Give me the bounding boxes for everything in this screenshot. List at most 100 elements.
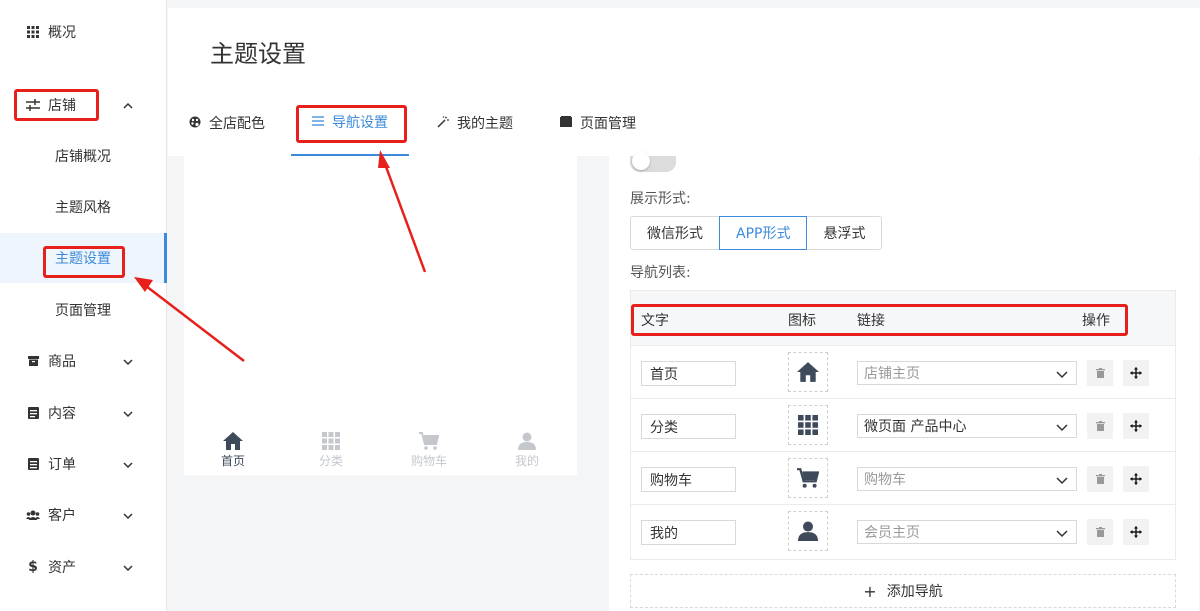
drag-handle[interactable] bbox=[1123, 360, 1149, 386]
delete-button[interactable] bbox=[1087, 413, 1113, 439]
sidebar-item-label: 内容 bbox=[48, 406, 76, 422]
users-icon bbox=[26, 508, 40, 522]
enable-toggle[interactable] bbox=[630, 152, 676, 172]
sidebar-item-label: 商品 bbox=[48, 354, 76, 370]
toggle-knob bbox=[632, 152, 650, 170]
nav-text-input[interactable]: 购物车 bbox=[641, 467, 736, 492]
nav-link-select[interactable]: 会员主页 bbox=[857, 520, 1077, 544]
preview-nav-home[interactable]: 首页 bbox=[184, 426, 282, 475]
nav-list-table: 文字 图标 链接 操作 首页 店铺主页 分类 微页面 产品中心 购物车 购物车 … bbox=[630, 290, 1176, 560]
sidebar-subitem-page-management[interactable]: 页面管理 bbox=[0, 285, 167, 335]
display-option-wechat[interactable]: 微信形式 bbox=[630, 216, 720, 250]
sidebar-item-label: 订单 bbox=[48, 457, 76, 473]
magic-wand-icon bbox=[437, 115, 449, 131]
sidebar-subitem-theme-settings[interactable]: 主题设置 bbox=[0, 233, 167, 283]
sidebar-subitem-theme-style[interactable]: 主题风格 bbox=[0, 182, 167, 232]
preview-nav-label: 分类 bbox=[318, 454, 343, 468]
cart-icon bbox=[797, 468, 819, 488]
table-header: 文字 图标 链接 操作 bbox=[631, 291, 1175, 345]
sidebar-item-label: 店铺 bbox=[48, 98, 76, 114]
move-icon bbox=[1130, 473, 1142, 485]
sidebar-subitem-store-overview[interactable]: 店铺概况 bbox=[0, 131, 167, 181]
tab-store-colors[interactable]: 全店配色 bbox=[189, 90, 265, 156]
table-row: 购物车 购物车 bbox=[631, 451, 1175, 504]
delete-button[interactable] bbox=[1087, 519, 1113, 545]
user-icon bbox=[798, 521, 818, 541]
nav-link-select[interactable]: 微页面 产品中心 bbox=[857, 414, 1077, 438]
window-icon bbox=[560, 116, 572, 130]
tab-my-themes[interactable]: 我的主题 bbox=[437, 90, 513, 156]
sidebar-item-assets[interactable]: $ 资产 bbox=[0, 547, 167, 587]
plus-icon: + bbox=[863, 581, 877, 601]
display-option-app[interactable]: APP形式 bbox=[719, 216, 808, 250]
table-row: 我的 会员主页 bbox=[631, 504, 1175, 557]
sliders-icon bbox=[26, 98, 40, 112]
sidebar-item-goods[interactable]: 商品 bbox=[0, 341, 167, 381]
preview-nav-cart[interactable]: 购物车 bbox=[380, 426, 478, 475]
sidebar-item-label: 概况 bbox=[48, 25, 76, 41]
box-icon bbox=[26, 354, 40, 368]
nav-icon-picker[interactable] bbox=[788, 511, 828, 551]
sidebar-item-label: 客户 bbox=[48, 508, 76, 524]
preview-nav-category[interactable]: 分类 bbox=[282, 426, 380, 475]
move-icon bbox=[1130, 526, 1142, 538]
nav-link-select[interactable]: 店铺主页 bbox=[857, 361, 1077, 385]
list-icon bbox=[26, 457, 40, 471]
tab-label: 全店配色 bbox=[209, 116, 265, 132]
sidebar-item-customers[interactable]: 客户 bbox=[0, 495, 167, 535]
nav-link-select[interactable]: 购物车 bbox=[857, 467, 1077, 491]
column-header-text: 文字 bbox=[641, 313, 669, 329]
delete-button[interactable] bbox=[1087, 360, 1113, 386]
chevron-down-icon bbox=[123, 508, 133, 522]
display-option-floating[interactable]: 悬浮式 bbox=[806, 216, 883, 250]
home-icon bbox=[797, 362, 819, 382]
menu-icon bbox=[312, 115, 324, 129]
delete-button[interactable] bbox=[1087, 466, 1113, 492]
table-row: 分类 微页面 产品中心 bbox=[631, 398, 1175, 451]
tab-page-management[interactable]: 页面管理 bbox=[560, 90, 636, 156]
page-title: 主题设置 bbox=[210, 40, 306, 68]
chevron-down-icon bbox=[1056, 367, 1068, 383]
drag-handle[interactable] bbox=[1123, 413, 1149, 439]
nav-text-input[interactable]: 首页 bbox=[641, 361, 736, 386]
column-header-icon: 图标 bbox=[788, 313, 816, 329]
add-nav-label: 添加导航 bbox=[886, 584, 943, 600]
nav-icon-picker[interactable] bbox=[788, 405, 828, 445]
chevron-down-icon bbox=[1056, 473, 1068, 489]
select-value: 店铺主页 bbox=[864, 366, 920, 382]
sidebar-item-orders[interactable]: 订单 bbox=[0, 444, 167, 484]
home-icon bbox=[223, 432, 243, 450]
table-row: 首页 店铺主页 bbox=[631, 345, 1175, 398]
nav-icon-picker[interactable] bbox=[788, 458, 828, 498]
sidebar-subitem-label: 店铺概况 bbox=[55, 149, 111, 165]
sidebar-item-store[interactable]: 店铺 bbox=[0, 85, 167, 125]
dollar-icon: $ bbox=[28, 559, 38, 575]
chevron-down-icon bbox=[123, 406, 133, 420]
drag-handle[interactable] bbox=[1123, 519, 1149, 545]
grid-icon bbox=[322, 432, 340, 450]
grid-icon bbox=[26, 25, 40, 39]
nav-icon-picker[interactable] bbox=[788, 352, 828, 392]
sidebar-item-overview[interactable]: 概况 bbox=[0, 12, 167, 52]
column-header-link: 链接 bbox=[857, 313, 885, 329]
preview-nav-mine[interactable]: 我的 bbox=[478, 426, 576, 475]
chevron-down-icon bbox=[123, 560, 133, 574]
cart-icon bbox=[419, 432, 439, 450]
preview-nav-label: 首页 bbox=[220, 454, 245, 468]
user-icon bbox=[518, 432, 536, 450]
trash-icon bbox=[1095, 527, 1105, 537]
nav-text-input[interactable]: 分类 bbox=[641, 414, 736, 439]
select-value: 微页面 产品中心 bbox=[864, 419, 967, 435]
preview-nav-label: 购物车 bbox=[410, 454, 447, 468]
tab-nav-settings[interactable]: 导航设置 bbox=[291, 90, 409, 156]
preview-bottom-nav: 首页 分类 购物车 我的 bbox=[184, 426, 577, 475]
add-nav-button[interactable]: + 添加导航 bbox=[630, 574, 1176, 608]
sidebar-item-content[interactable]: 内容 bbox=[0, 393, 167, 433]
tab-bar: 全店配色 导航设置 我的主题 页面管理 bbox=[168, 90, 1200, 156]
drag-handle[interactable] bbox=[1123, 466, 1149, 492]
nav-text-input[interactable]: 我的 bbox=[641, 520, 736, 545]
tab-label: 导航设置 bbox=[332, 115, 388, 131]
move-icon bbox=[1130, 367, 1142, 379]
phone-preview: 首页 分类 购物车 我的 bbox=[184, 156, 577, 475]
page-header: 主题设置 bbox=[168, 8, 1200, 90]
